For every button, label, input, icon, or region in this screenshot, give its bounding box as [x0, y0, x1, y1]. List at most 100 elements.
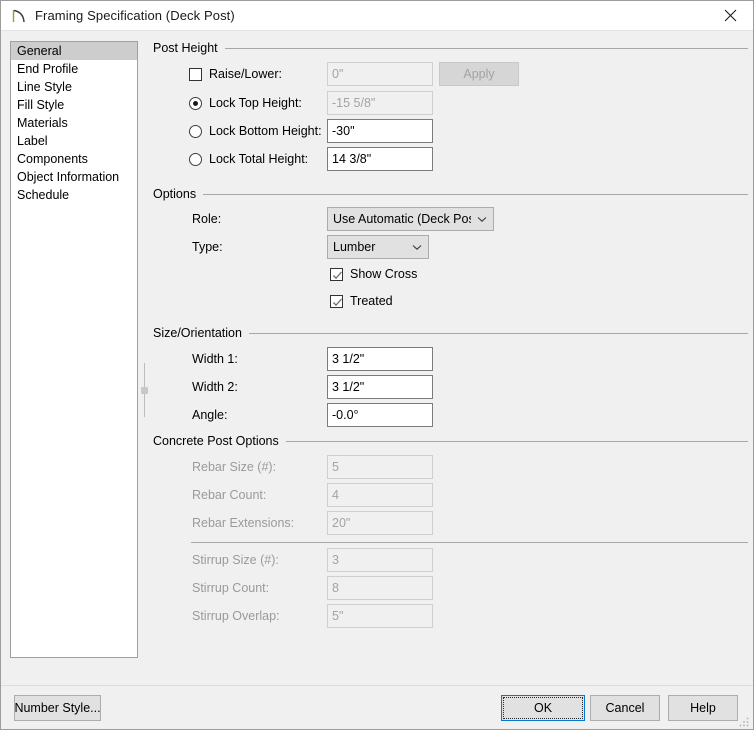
help-button[interactable]: Help [668, 695, 738, 721]
framing-arc-icon [11, 8, 27, 24]
concrete-post-options-group: Concrete Post Options [153, 433, 748, 449]
width1-input[interactable]: 3 1/2" [327, 347, 433, 371]
stirrup-count-label: Stirrup Count: [192, 581, 270, 595]
width2-row: Width 2: [192, 375, 238, 399]
sidebar-item-label: Line Style [17, 80, 72, 94]
lock-total-height-input[interactable]: 14 3/8" [327, 147, 433, 171]
group-rule [248, 332, 748, 334]
number-style-button[interactable]: Number Style... [14, 695, 101, 721]
role-row: Role: [192, 207, 221, 231]
concrete-post-options-group-header: Concrete Post Options [153, 433, 748, 449]
options-group: Options [153, 186, 748, 202]
lock-top-height-input[interactable]: -15 5/8" [327, 91, 433, 115]
panel-splitter-handle[interactable] [141, 363, 148, 417]
rebar-extensions-row: Rebar Extensions: [192, 511, 294, 535]
group-rule [285, 440, 748, 442]
options-group-title: Options [153, 187, 197, 201]
framing-specification-dialog: Framing Specification (Deck Post) Genera… [0, 0, 754, 730]
dialog-body: General End Profile Line Style Fill Styl… [1, 31, 753, 729]
lock-top-height-radio[interactable]: Lock Top Height: [189, 91, 302, 115]
sidebar-item-general[interactable]: General [11, 42, 137, 60]
lock-total-height-radio[interactable]: Lock Total Height: [189, 147, 308, 171]
role-label: Role: [192, 212, 222, 226]
ok-button[interactable]: OK [501, 695, 585, 721]
stirrup-count-row: Stirrup Count: [192, 576, 269, 600]
group-rule [224, 47, 748, 49]
role-select[interactable]: Use Automatic (Deck Post) [327, 207, 494, 231]
width2-input[interactable]: 3 1/2" [327, 375, 433, 399]
splitter-grip [141, 387, 148, 394]
stirrup-overlap-input[interactable]: 5" [327, 604, 433, 628]
sidebar-item-label: Label [17, 134, 48, 148]
sidebar-item-schedule[interactable]: Schedule [11, 186, 137, 204]
checkbox-icon-checked [330, 267, 343, 281]
sidebar-item-label: Components [17, 152, 88, 166]
rebar-extensions-input[interactable]: 20" [327, 511, 433, 535]
concrete-post-options-group-title: Concrete Post Options [153, 434, 279, 448]
stirrup-size-row: Stirrup Size (#): [192, 548, 279, 572]
rebar-count-input[interactable]: 4 [327, 483, 433, 507]
ok-label: OK [533, 701, 553, 715]
show-cross-checkbox[interactable]: Show Cross [330, 262, 417, 286]
post-height-group-title: Post Height [153, 41, 218, 55]
concrete-section-divider [191, 542, 748, 543]
sidebar-item-label: Materials [17, 116, 68, 130]
type-label: Type: [192, 240, 223, 254]
radio-icon-unselected [189, 124, 202, 138]
sidebar-item-object-information[interactable]: Object Information [11, 168, 137, 186]
width1-label: Width 1: [192, 352, 238, 366]
treated-label: Treated [350, 294, 393, 308]
dialog-footer: Number Style... OK Cancel Help [1, 685, 753, 729]
rebar-count-label: Rebar Count: [192, 488, 267, 502]
cancel-button[interactable]: Cancel [590, 695, 660, 721]
resize-grip-icon[interactable] [738, 715, 750, 727]
sidebar-item-label: Object Information [17, 170, 120, 184]
sidebar-item-label: General [17, 44, 62, 58]
rebar-size-row: Rebar Size (#): [192, 455, 276, 479]
stirrup-overlap-row: Stirrup Overlap: [192, 604, 280, 628]
treated-checkbox[interactable]: Treated [330, 289, 393, 313]
lock-total-height-label: Lock Total Height: [209, 152, 309, 166]
angle-input[interactable]: -0.0° [327, 403, 433, 427]
number-style-label: Number Style... [14, 701, 101, 715]
window-title: Framing Specification (Deck Post) [35, 8, 235, 23]
sidebar-item-fill-style[interactable]: Fill Style [11, 96, 137, 114]
role-select-value: Use Automatic (Deck Post) [333, 212, 471, 226]
sidebar-item-label: End Profile [17, 62, 79, 76]
rebar-count-row: Rebar Count: [192, 483, 266, 507]
type-select[interactable]: Lumber [327, 235, 429, 259]
sidebar-item-label[interactable]: Label [11, 132, 137, 150]
stirrup-overlap-label: Stirrup Overlap: [192, 609, 280, 623]
chevron-down-icon [412, 240, 422, 254]
sidebar-item-end-profile[interactable]: End Profile [11, 60, 137, 78]
raise-lower-input[interactable]: 0" [327, 62, 433, 86]
sidebar-item-components[interactable]: Components [11, 150, 137, 168]
rebar-size-input[interactable]: 5 [327, 455, 433, 479]
post-height-group-header: Post Height [153, 40, 748, 56]
size-orientation-group: Size/Orientation [153, 325, 748, 341]
lock-bottom-height-input[interactable]: -30" [327, 119, 433, 143]
stirrup-count-input[interactable]: 8 [327, 576, 433, 600]
checkbox-icon-unchecked [189, 67, 202, 81]
apply-button-label: Apply [463, 67, 495, 81]
close-icon[interactable] [708, 1, 753, 30]
stirrup-size-label: Stirrup Size (#): [192, 553, 279, 567]
sidebar-item-line-style[interactable]: Line Style [11, 78, 137, 96]
radio-icon-selected [189, 96, 202, 110]
type-select-value: Lumber [333, 240, 376, 254]
sidebar-item-label: Fill Style [17, 98, 65, 112]
angle-label: Angle: [192, 408, 228, 422]
rebar-extensions-label: Rebar Extensions: [192, 516, 295, 530]
sidebar-item-materials[interactable]: Materials [11, 114, 137, 132]
type-row: Type: [192, 235, 223, 259]
lock-bottom-height-radio[interactable]: Lock Bottom Height: [189, 119, 322, 143]
raise-lower-checkbox[interactable]: Raise/Lower: [189, 62, 282, 86]
radio-icon-unselected [189, 152, 202, 166]
rebar-size-label: Rebar Size (#): [192, 460, 277, 474]
show-cross-label: Show Cross [350, 267, 418, 281]
stirrup-size-input[interactable]: 3 [327, 548, 433, 572]
category-list[interactable]: General End Profile Line Style Fill Styl… [10, 41, 138, 658]
apply-button[interactable]: Apply [439, 62, 519, 86]
settings-pane: Post Height Raise/Lower: 0" Apply Lock T… [148, 31, 753, 729]
help-label: Help [690, 701, 716, 715]
